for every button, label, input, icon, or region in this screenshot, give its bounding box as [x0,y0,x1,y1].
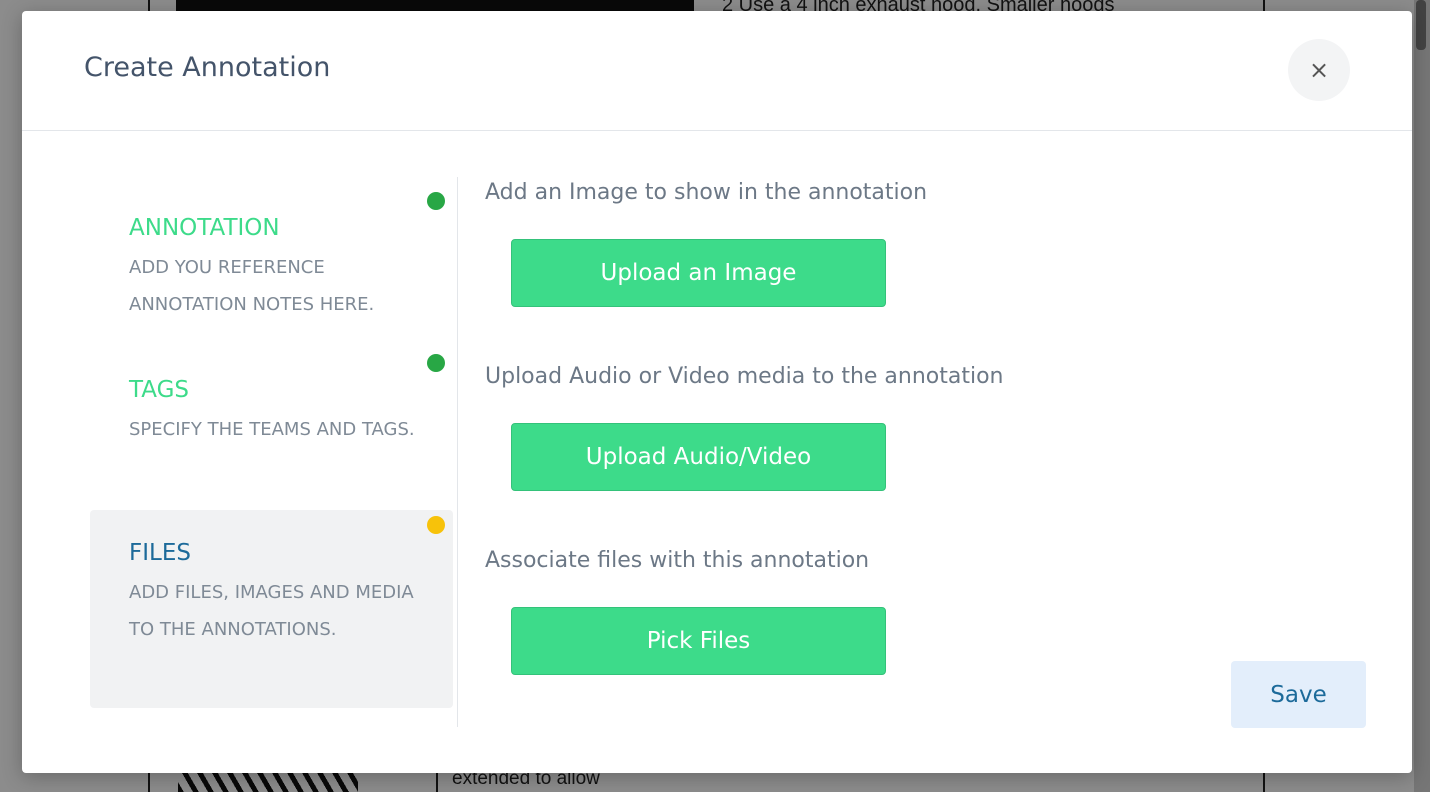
close-button[interactable]: × [1288,39,1350,101]
steps-sidebar: ANNOTATION ADD YOU REFERENCE ANNOTATION … [90,177,458,727]
files-section-label: Associate files with this annotation [485,548,870,573]
step-description: ADD YOU REFERENCE ANNOTATION NOTES HERE. [129,257,375,315]
upload-audio-video-button[interactable]: Upload Audio/Video [511,423,886,491]
media-section-label: Upload Audio or Video media to the annot… [485,364,1004,389]
step-files[interactable]: FILES ADD FILES, IMAGES AND MEDIA TO THE… [90,510,453,708]
close-icon: × [1308,56,1330,84]
step-status-dot-complete [427,354,445,372]
step-description: ADD FILES, IMAGES AND MEDIA TO THE ANNOT… [129,582,414,640]
pick-files-button[interactable]: Pick Files [511,607,886,675]
step-annotation[interactable]: ANNOTATION ADD YOU REFERENCE ANNOTATION … [90,177,453,339]
step-description: SPECIFY THE TEAMS AND TAGS. [129,419,415,440]
modal-header: Create Annotation × [22,11,1412,131]
step-status-dot-in-progress [427,516,445,534]
step-title: FILES [129,540,191,566]
save-button[interactable]: Save [1231,661,1366,728]
modal-title: Create Annotation [84,52,331,83]
create-annotation-modal: Create Annotation × ANNOTATION ADD YOU R… [22,11,1412,773]
step-title: ANNOTATION [129,215,280,241]
upload-image-button[interactable]: Upload an Image [511,239,886,307]
step-status-dot-complete [427,192,445,210]
step-title: TAGS [129,377,190,403]
step-tags[interactable]: TAGS SPECIFY THE TEAMS AND TAGS. [90,339,453,510]
image-section-label: Add an Image to show in the annotation [485,180,928,205]
